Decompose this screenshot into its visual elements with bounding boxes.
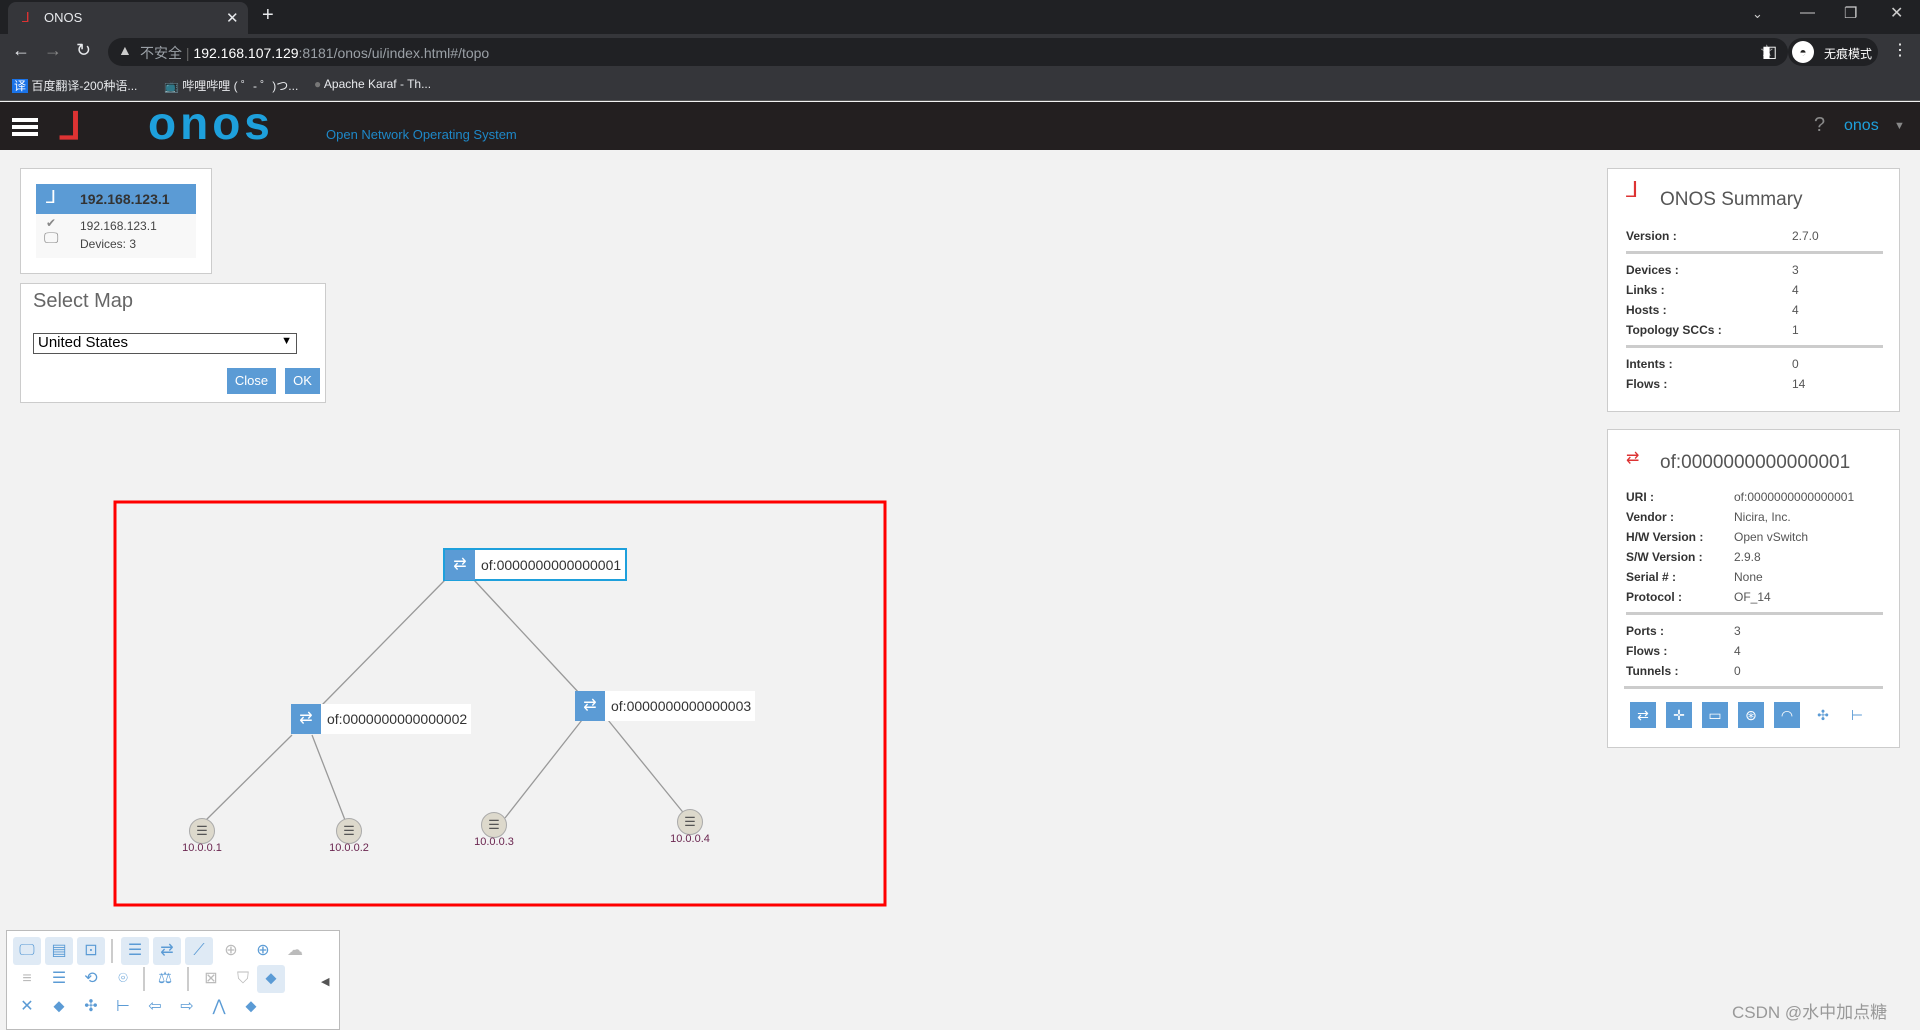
lock-icon[interactable]: ⛉ <box>229 965 257 993</box>
row-value: of:0000000000000001 <box>1734 490 1855 504</box>
row-label: Devices : <box>1626 263 1679 277</box>
background-map-icon[interactable]: ⊕ <box>217 937 245 965</box>
row-value: 4 <box>1792 283 1799 297</box>
row-value: Open vSwitch <box>1734 530 1809 544</box>
row-value: 4 <box>1734 644 1741 658</box>
show-port-view-icon[interactable]: ▭ <box>1702 702 1728 728</box>
device-label: of:0000000000000001 <box>481 556 622 573</box>
row-label: Links : <box>1626 283 1665 297</box>
device-title: of:0000000000000001 <box>1660 452 1851 473</box>
row-label: URI : <box>1626 490 1654 504</box>
show-pipeconf-icon[interactable]: ✣ <box>1810 702 1836 728</box>
device-label: of:0000000000000003 <box>611 698 752 714</box>
watermark: CSDN @水中加点糖 <box>1732 1003 1888 1022</box>
device-node[interactable]: ⇄ of:0000000000000001 <box>443 548 628 581</box>
clear-icon[interactable]: ✕ <box>13 993 41 1021</box>
row-value: OF_14 <box>1734 590 1771 604</box>
device-node[interactable]: ⇄ of:0000000000000003 <box>575 691 756 721</box>
row-value: None <box>1734 570 1763 584</box>
onos-bird-icon: ⅃ <box>1626 177 1639 202</box>
row-value: 4 <box>1792 303 1799 317</box>
row-value: 1 <box>1792 323 1799 337</box>
switch-icon: ⇄ <box>575 691 605 721</box>
row-value: 2.9.8 <box>1734 550 1761 564</box>
device-node[interactable]: ⇄ of:0000000000000002 <box>291 704 472 734</box>
equalize-masters-icon[interactable]: ⚖ <box>151 965 179 993</box>
row-label: Flows : <box>1626 377 1668 391</box>
layers-all-icon[interactable]: ≡ <box>13 965 41 993</box>
summary-panel: ⅃ ONOS Summary Version : 2.7.0 Devices : 3… <box>1607 168 1900 412</box>
link[interactable] <box>321 579 446 706</box>
host-label: 10.0.0.4 <box>670 833 710 845</box>
row-label: Vendor : <box>1626 510 1675 524</box>
link[interactable] <box>202 734 293 824</box>
intent-traffic-icon[interactable]: ⬥ <box>237 993 265 1021</box>
row-label: H/W Version : <box>1626 530 1704 544</box>
instance-panel-toggle-icon[interactable]: 🖵 <box>13 937 41 965</box>
host-label: 10.0.0.3 <box>474 836 514 848</box>
cancel-traffic-icon[interactable]: ⊠ <box>197 965 225 993</box>
switch-icon: ⇄ <box>291 704 321 734</box>
summary-title: ONOS Summary <box>1660 189 1803 210</box>
row-value: 2.7.0 <box>1792 229 1819 243</box>
link[interactable] <box>473 579 581 695</box>
select-map-icon[interactable]: ⊕ <box>249 937 277 965</box>
link[interactable] <box>311 734 346 821</box>
device-actions: ⇄ ✛ ▭ ⊛ ◠ ✣ ⊢ <box>1630 702 1890 728</box>
row-label: Hosts : <box>1626 303 1667 317</box>
summary-panel-toggle-icon[interactable]: ▤ <box>45 937 73 965</box>
row-value: 0 <box>1792 357 1799 371</box>
offline-devices-icon[interactable]: ⇄ <box>153 937 181 965</box>
monitored-intent-icon[interactable]: ⋀ <box>205 993 233 1021</box>
show-flow-view-icon[interactable]: ✛ <box>1666 702 1692 728</box>
host-label: 10.0.0.1 <box>182 842 222 854</box>
row-label: Ports : <box>1626 624 1665 638</box>
zoom-reset-icon[interactable]: ⌾ <box>109 965 137 993</box>
row-label: Intents : <box>1626 357 1673 371</box>
host-node-icon[interactable]: ☰ <box>481 812 507 838</box>
related-traffic-icon[interactable]: ⬥ <box>45 993 73 1021</box>
row-label: Version : <box>1626 229 1677 243</box>
device-flows-icon[interactable]: ✣ <box>77 993 105 1021</box>
topology-toolbar: 🖵 ▤ ⊡ ☰ ⇄ ⟋ ⊕ ⊕ ☁ ≡ ☰ ⟲ ⌾ ⚖ ⊠ ⛉ ⬥ ◀ ✕ ⬥ … <box>6 930 340 1030</box>
layers-icon[interactable]: ☰ <box>45 965 73 993</box>
host-node-icon[interactable]: ☰ <box>336 818 362 844</box>
host-visibility-icon[interactable]: ☰ <box>121 937 149 965</box>
show-meter-view-icon[interactable]: ◠ <box>1774 702 1800 728</box>
prev-intent-icon[interactable]: ⇦ <box>141 993 169 1021</box>
switch-icon: ⇄ <box>445 549 475 580</box>
all-traffic-icon[interactable]: ⬥ <box>257 965 285 993</box>
path-icon[interactable]: ⊢ <box>109 993 137 1021</box>
device-details-panel: ⇄ of:0000000000000001 URI : of:0000000000… <box>1607 429 1900 748</box>
link[interactable] <box>504 719 583 819</box>
row-label: Protocol : <box>1626 590 1682 604</box>
link[interactable] <box>607 719 687 817</box>
collapse-toolbar-icon[interactable]: ◀ <box>321 975 329 988</box>
port-highlight-icon[interactable]: ⟋ <box>185 937 213 965</box>
host-label: 10.0.0.2 <box>329 842 369 854</box>
cycle-layers-icon[interactable]: ⟲ <box>77 965 105 993</box>
show-device-view-icon[interactable]: ⇄ <box>1630 702 1656 728</box>
row-label: Tunnels : <box>1626 664 1679 678</box>
row-value: Nicira, Inc. <box>1734 510 1791 524</box>
next-intent-icon[interactable]: ⇨ <box>173 993 201 1021</box>
show-group-view-icon[interactable]: ⊛ <box>1738 702 1764 728</box>
details-panel-toggle-icon[interactable]: ⊡ <box>77 937 105 965</box>
row-value: 3 <box>1792 263 1799 277</box>
row-label: Serial # : <box>1626 570 1677 584</box>
row-value: 3 <box>1734 624 1741 638</box>
row-label: Topology SCCs : <box>1626 323 1722 337</box>
show-path-icon[interactable]: ⊢ <box>1844 702 1870 728</box>
device-label: of:0000000000000002 <box>327 711 468 727</box>
row-label: S/W Version : <box>1626 550 1703 564</box>
cloud-icon[interactable]: ☁ <box>281 937 309 965</box>
row-value: 14 <box>1792 377 1806 391</box>
switch-icon: ⇄ <box>1626 450 1640 467</box>
row-value: 0 <box>1734 664 1741 678</box>
host-node-icon[interactable]: ☰ <box>677 809 703 835</box>
host-node-icon[interactable]: ☰ <box>189 818 215 844</box>
row-label: Flows : <box>1626 644 1668 658</box>
